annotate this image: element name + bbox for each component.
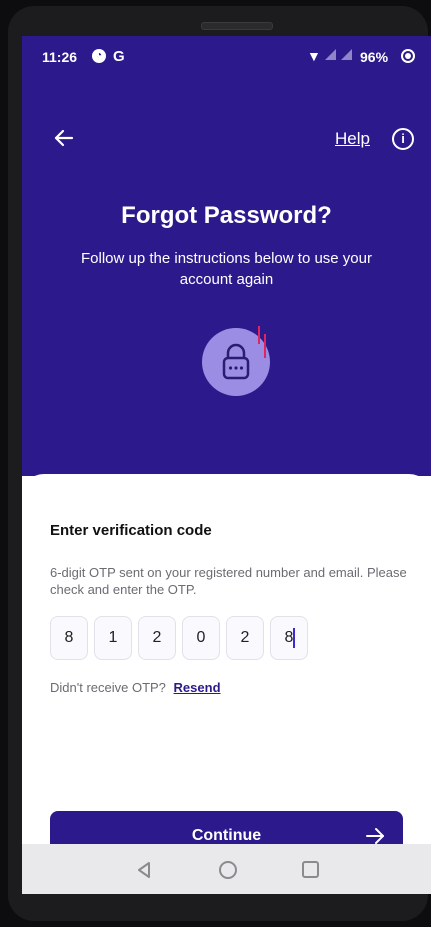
nav-back-icon[interactable]: [136, 861, 152, 879]
notification-icon: ◔: [92, 49, 106, 63]
back-arrow-icon[interactable]: [50, 124, 78, 152]
help-link[interactable]: Help: [335, 129, 370, 149]
otp-digit-4[interactable]: 0: [182, 616, 220, 660]
otp-digit-2[interactable]: 1: [94, 616, 132, 660]
app-screen: 11:26 ◔ G ▼ 96% Help i Forgot Password? …: [22, 36, 431, 894]
hero-header: 11:26 ◔ G ▼ 96% Help i Forgot Password? …: [22, 36, 431, 476]
page-subtitle: Follow up the instructions below to use …: [81, 250, 372, 288]
signal-icon: [341, 49, 352, 60]
speaker-grille: [201, 22, 273, 30]
otp-digit-6[interactable]: 8: [270, 616, 308, 660]
otp-digit-5[interactable]: 2: [226, 616, 264, 660]
nav-home-icon[interactable]: [219, 861, 237, 879]
battery-percent: 96%: [360, 49, 389, 65]
alert-mark-icon: [258, 326, 266, 358]
battery-icon: [401, 49, 415, 63]
system-nav-bar: [22, 844, 431, 894]
signal-icon: [325, 49, 336, 60]
text-cursor: [293, 628, 295, 648]
otp-section-description: 6-digit OTP sent on your registered numb…: [50, 565, 407, 597]
resend-prompt: Didn't receive OTP?: [50, 680, 166, 695]
nav-recents-icon[interactable]: [302, 861, 319, 878]
continue-button-label: Continue: [191, 827, 262, 844]
google-icon: G: [113, 48, 125, 65]
otp-section-title: Enter verification code: [50, 522, 212, 539]
otp-digit-1[interactable]: 8: [50, 616, 88, 660]
resend-link[interactable]: Resend: [174, 680, 221, 695]
otp-digit-3[interactable]: 2: [138, 616, 176, 660]
info-icon[interactable]: i: [392, 128, 414, 150]
resend-row: Didn't receive OTP? Resend: [50, 680, 221, 695]
arrow-right-icon: [366, 828, 384, 844]
wifi-icon: ▼: [307, 48, 321, 64]
status-time: 11:26: [42, 49, 78, 65]
status-bar: 11:26 ◔ G ▼ 96%: [22, 36, 431, 76]
page-title: Forgot Password?: [121, 202, 332, 229]
